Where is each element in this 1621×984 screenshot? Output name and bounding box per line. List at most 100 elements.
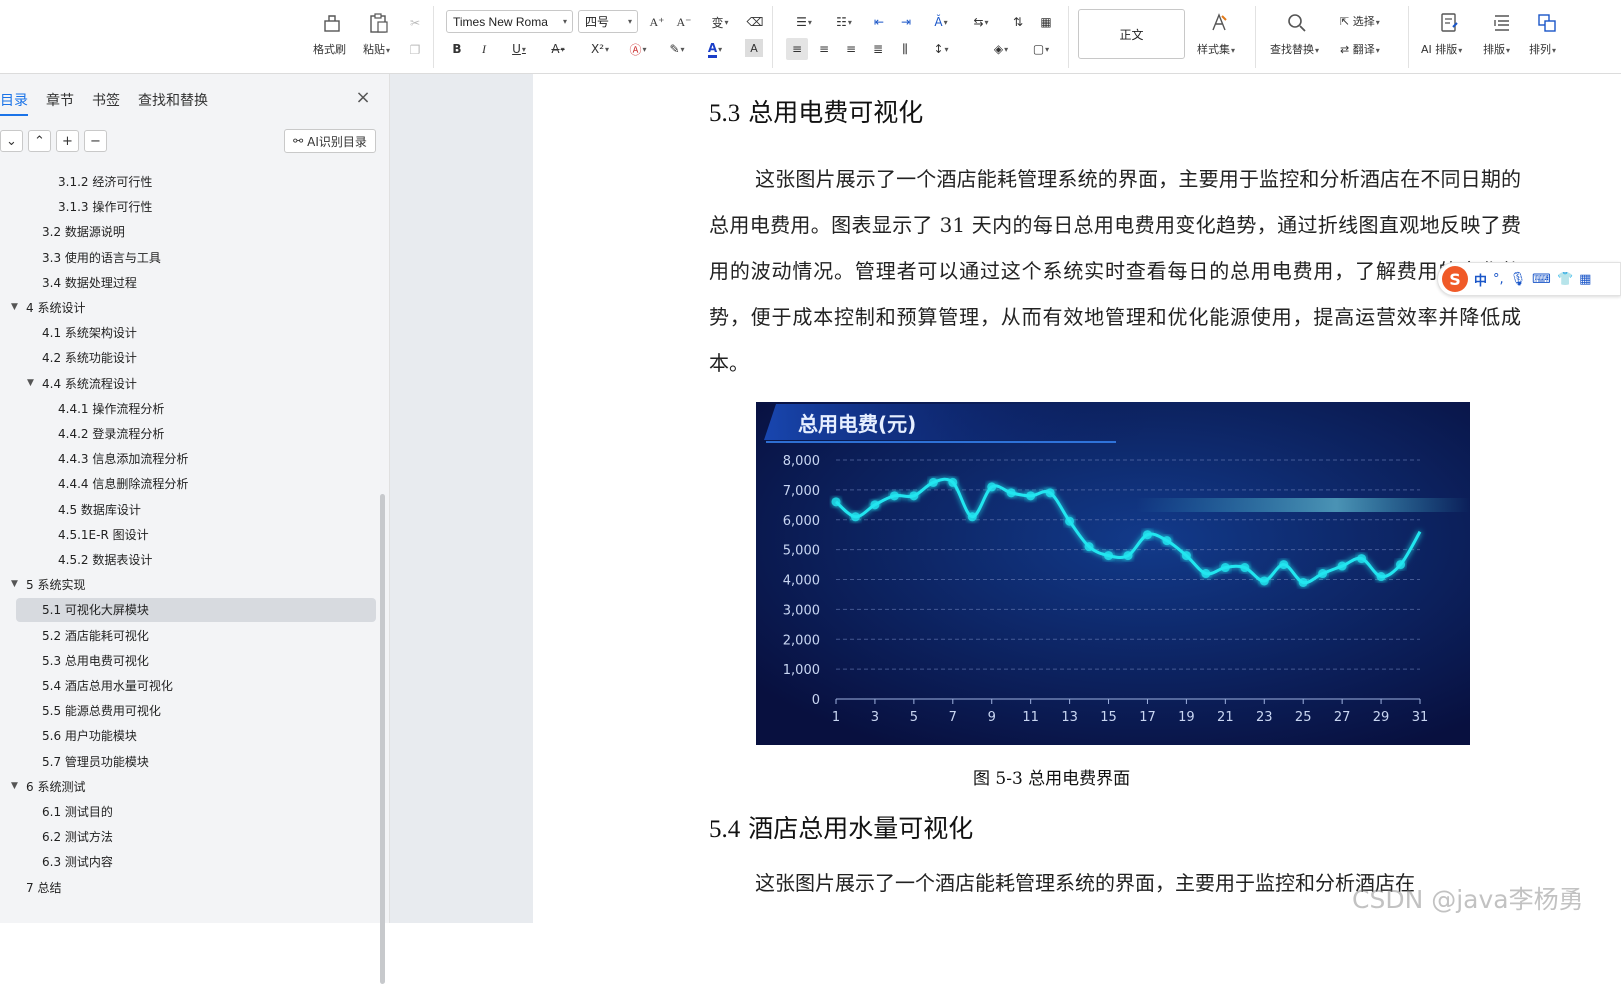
font-color-icon[interactable]: A ▾ xyxy=(700,38,730,60)
toc-item[interactable]: 4.4.2 登录流程分析 xyxy=(58,424,164,444)
ime-toolbar[interactable]: S 中 °, 🎙 ⌨ 👕 ▦ xyxy=(1437,262,1621,296)
arrange-label[interactable]: 排列▾ xyxy=(1529,41,1556,57)
font-size-select[interactable]: 四号 ▾ xyxy=(578,10,638,33)
paste-label[interactable]: 粘贴▾ xyxy=(363,41,390,57)
bold-button[interactable]: B xyxy=(446,38,468,60)
toc-item[interactable]: 5 系统实现 xyxy=(26,575,85,595)
bullet-list-icon[interactable]: ☰ ▾ xyxy=(788,11,820,33)
search-icon[interactable] xyxy=(1284,10,1310,36)
sort-icon[interactable]: ⇅ xyxy=(1007,11,1029,33)
copy-icon[interactable]: ❐ xyxy=(404,39,426,61)
paste-icon[interactable] xyxy=(366,10,392,36)
keyboard-icon[interactable]: ⌨ xyxy=(1532,272,1551,287)
expand-caret-icon[interactable]: ▼ xyxy=(11,302,18,312)
underline-button[interactable]: U ▾ xyxy=(504,38,534,60)
tab-find-replace[interactable]: 查找和替换 xyxy=(138,90,208,110)
toc-item[interactable]: 4.2 系统功能设计 xyxy=(42,348,137,368)
shrink-font-icon[interactable]: A⁻ xyxy=(673,11,695,33)
add-heading-icon[interactable]: + xyxy=(56,130,79,152)
toc-item[interactable]: 4.4.3 信息添加流程分析 xyxy=(58,449,188,469)
punctuation-icon[interactable]: °, xyxy=(1493,272,1504,287)
highlight-icon[interactable]: ✎ ▾ xyxy=(662,38,692,60)
ai-toc-button[interactable]: ⚯ AI识别目录 xyxy=(284,129,376,153)
line-spacing-icon[interactable]: ↕ ▾ xyxy=(925,38,957,60)
collapse-down-icon[interactable]: ⌄ xyxy=(0,130,23,152)
eraser-icon[interactable]: ⌫ xyxy=(744,11,766,33)
ai-layout-label[interactable]: AI 排版▾ xyxy=(1421,41,1462,57)
collapse-up-icon[interactable]: ⌃ xyxy=(28,130,51,152)
toc-item[interactable]: 6.1 测试目的 xyxy=(42,802,113,822)
expand-caret-icon[interactable]: ▼ xyxy=(27,378,34,388)
toc-item[interactable]: 7 总结 xyxy=(26,878,61,898)
sidebar-scrollbar[interactable] xyxy=(380,494,385,984)
distribute-icon[interactable]: ⫼ xyxy=(894,38,916,60)
expand-caret-icon[interactable]: ▼ xyxy=(11,781,18,791)
numbered-list-icon[interactable]: ☷ ▾ xyxy=(828,11,860,33)
tab-chapters[interactable]: 章节 xyxy=(46,90,74,110)
find-replace-label[interactable]: 查找替换▾ xyxy=(1270,41,1319,57)
toc-item[interactable]: 5.1 可视化大屏模块 xyxy=(42,600,149,620)
toc-item[interactable]: 3.3 使用的语言与工具 xyxy=(42,248,161,268)
align-left-icon[interactable]: ≡ xyxy=(786,38,808,60)
tab-bookmarks[interactable]: 书签 xyxy=(92,90,120,110)
phonetic-icon[interactable]: 变 ▾ xyxy=(704,11,736,33)
toc-item[interactable]: 6.2 测试方法 xyxy=(42,827,113,847)
toc-item[interactable]: 5.2 酒店能耗可视化 xyxy=(42,626,149,646)
toc-item[interactable]: 5.6 用户功能模块 xyxy=(42,726,137,746)
increase-indent-icon[interactable]: ⇥ xyxy=(895,11,917,33)
toc-item[interactable]: 5.3 总用电费可视化 xyxy=(42,651,149,671)
shading-icon[interactable]: ◈ ▾ xyxy=(985,38,1017,60)
cut-icon[interactable]: ✂ xyxy=(404,12,426,34)
toc-item[interactable]: 5.5 能源总费用可视化 xyxy=(42,701,161,721)
justify-icon[interactable]: ≣ xyxy=(867,38,889,60)
italic-button[interactable]: I xyxy=(473,38,495,60)
toc-item[interactable]: 4.5.1E-R 图设计 xyxy=(58,525,149,545)
toc-item[interactable]: 3.4 数据处理过程 xyxy=(42,273,137,293)
font-name-select[interactable]: Times New Roma ▾ xyxy=(446,10,573,33)
show-marks-icon[interactable]: ▦ xyxy=(1035,11,1057,33)
microphone-icon[interactable]: 🎙 xyxy=(1510,272,1527,287)
toc-item[interactable]: 4.4.1 操作流程分析 xyxy=(58,399,164,419)
strikethrough-icon[interactable]: A ▾ xyxy=(544,38,572,60)
toc-item[interactable]: 6 系统测试 xyxy=(26,777,85,797)
toc-item[interactable]: 4.5 数据库设计 xyxy=(58,500,141,520)
toc-item[interactable]: 3.2 数据源说明 xyxy=(42,222,125,242)
style-set-label[interactable]: 样式集▾ xyxy=(1197,41,1235,57)
expand-caret-icon[interactable]: ▼ xyxy=(11,579,18,589)
toc-item[interactable]: 3.1.2 经济可行性 xyxy=(58,172,152,192)
skin-icon[interactable]: 👕 xyxy=(1557,272,1573,287)
select-button[interactable]: ⇱ 选择▾ xyxy=(1340,13,1380,29)
char-shade-button[interactable]: A xyxy=(745,39,763,57)
superscript-button[interactable]: X² ▾ xyxy=(584,38,616,60)
decrease-indent-icon[interactable]: ⇤ xyxy=(868,11,890,33)
format-painter-label[interactable]: 格式刷 xyxy=(313,41,346,57)
grow-font-icon[interactable]: A⁺ xyxy=(646,11,668,33)
document-page[interactable]: 5.3 总用电费可视化 这张图片展示了一个酒店能耗管理系统的界面，主要用于监控和… xyxy=(533,74,1621,923)
toc-item[interactable]: 4 系统设计 xyxy=(26,298,85,318)
close-icon[interactable]: × xyxy=(352,86,374,108)
arrange-icon[interactable] xyxy=(1534,10,1560,36)
toc-item[interactable]: 6.3 测试内容 xyxy=(42,852,113,872)
toc-item[interactable]: 4.1 系统架构设计 xyxy=(42,323,137,343)
border-icon[interactable]: ▢ ▾ xyxy=(1025,38,1057,60)
text-direction-icon[interactable]: Ǎ ▾ xyxy=(925,11,957,33)
layout-label[interactable]: 排版▾ xyxy=(1483,41,1510,57)
layout-icon[interactable] xyxy=(1489,10,1515,36)
toc-item[interactable]: 4.4.4 信息删除流程分析 xyxy=(58,474,188,494)
toc-item[interactable]: 4.4 系统流程设计 xyxy=(42,374,137,394)
translate-button[interactable]: ⇄ 翻译▾ xyxy=(1340,41,1380,57)
style-gallery-normal[interactable]: 正文 xyxy=(1078,9,1185,59)
text-effect-icon[interactable]: Ⓐ ▾ xyxy=(624,38,652,60)
tab-toc[interactable]: 目录 xyxy=(0,90,28,110)
align-right-icon[interactable]: ≡ xyxy=(840,38,862,60)
toc-item[interactable]: 4.5.2 数据表设计 xyxy=(58,550,152,570)
toc-item[interactable]: 5.4 酒店总用水量可视化 xyxy=(42,676,173,696)
ime-mode-label[interactable]: 中 xyxy=(1474,270,1487,289)
style-set-icon[interactable] xyxy=(1207,10,1231,36)
line-break-icon[interactable]: ⇆ ▾ xyxy=(965,11,997,33)
ai-layout-icon[interactable] xyxy=(1436,10,1462,36)
toc-item[interactable]: 5.7 管理员功能模块 xyxy=(42,752,149,772)
remove-heading-icon[interactable]: − xyxy=(84,130,107,152)
align-center-icon[interactable]: ≡ xyxy=(813,38,835,60)
toolbox-icon[interactable]: ▦ xyxy=(1579,272,1591,287)
